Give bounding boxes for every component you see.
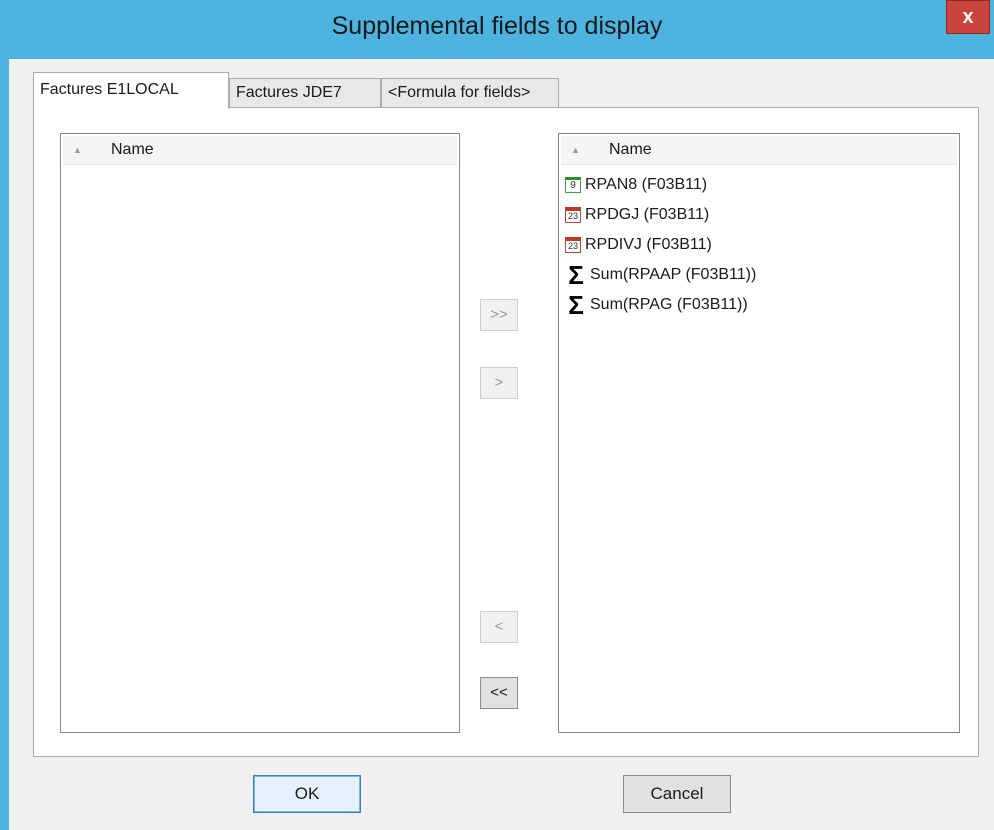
list-item[interactable]: 23 RPDIVJ (F03B11) bbox=[565, 230, 712, 260]
list-item[interactable]: Σ Sum(RPAG (F03B11)) bbox=[565, 289, 748, 320]
selected-header-label: Name bbox=[609, 141, 652, 158]
window-border bbox=[0, 59, 9, 830]
list-item[interactable]: 9 RPAN8 (F03B11) bbox=[565, 170, 707, 200]
list-item[interactable]: 23 RPDGJ (F03B11) bbox=[565, 200, 709, 230]
sort-ascending-icon: ▲ bbox=[571, 145, 580, 155]
remove-selected-button[interactable]: < bbox=[480, 611, 518, 643]
available-fields-list[interactable]: ▲ Name bbox=[60, 133, 460, 733]
list-item-label: Sum(RPAG (F03B11)) bbox=[590, 296, 748, 313]
list-item-label: RPAN8 (F03B11) bbox=[585, 176, 708, 193]
add-selected-button[interactable]: > bbox=[480, 367, 518, 399]
date-field-icon: 23 bbox=[565, 236, 581, 253]
close-button[interactable]: x bbox=[946, 0, 990, 34]
title-bar: Supplemental fields to display x bbox=[0, 0, 994, 59]
add-all-button[interactable]: >> bbox=[480, 299, 518, 331]
sum-icon: Σ bbox=[568, 289, 584, 320]
selected-fields-list[interactable]: ▲ Name 9 RPAN8 (F03B11) 23 RPDGJ (F03B11) … bbox=[558, 133, 960, 733]
sum-icon: Σ bbox=[568, 259, 584, 290]
tab-factures-jde7[interactable]: Factures JDE7 bbox=[229, 78, 381, 108]
numeric-field-icon: 9 bbox=[565, 176, 581, 193]
tab-panel: ▲ Name >> > < << ▲ Name 9 RPAN8 (F03B11) … bbox=[33, 107, 979, 757]
list-item-label: Sum(RPAAP (F03B11)) bbox=[590, 266, 757, 283]
sort-ascending-icon: ▲ bbox=[73, 145, 82, 155]
supplemental-fields-dialog: Supplemental fields to display x Facture… bbox=[0, 0, 994, 830]
dialog-client-area: Factures E1LOCAL Factures JDE7 <Formula … bbox=[9, 59, 990, 830]
list-item-label: RPDIVJ (F03B11) bbox=[585, 236, 712, 253]
ok-button[interactable]: OK bbox=[253, 775, 361, 813]
tab-formula-for-fields[interactable]: <Formula for fields> bbox=[381, 78, 559, 108]
tab-factures-e1local[interactable]: Factures E1LOCAL bbox=[33, 72, 229, 109]
remove-all-button[interactable]: << bbox=[480, 677, 518, 709]
cancel-button[interactable]: Cancel bbox=[623, 775, 731, 813]
date-field-icon: 23 bbox=[565, 206, 581, 223]
available-header-label: Name bbox=[111, 141, 154, 158]
list-item-label: RPDGJ (F03B11) bbox=[585, 206, 710, 223]
selected-list-header[interactable]: ▲ Name bbox=[561, 136, 957, 165]
list-item[interactable]: Σ Sum(RPAAP (F03B11)) bbox=[565, 260, 756, 290]
available-list-header[interactable]: ▲ Name bbox=[63, 136, 457, 165]
dialog-title: Supplemental fields to display bbox=[331, 12, 663, 40]
